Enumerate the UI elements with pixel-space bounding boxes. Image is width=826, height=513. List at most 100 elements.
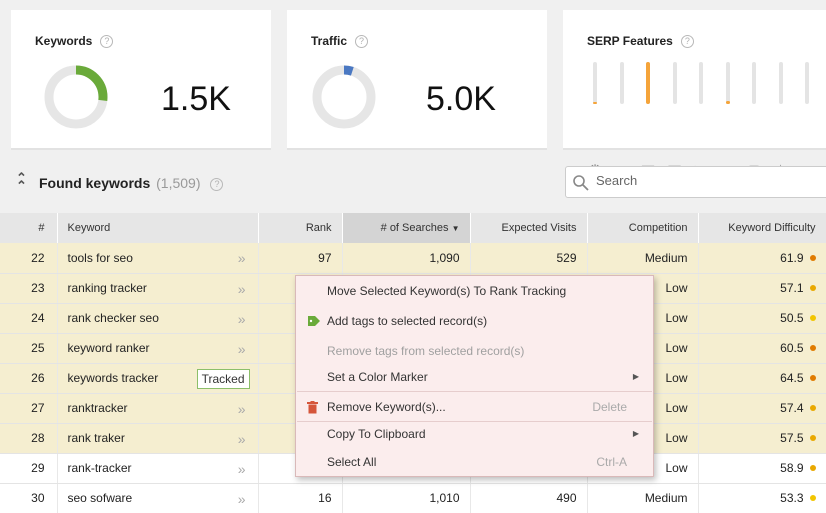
serp-feature-bar bbox=[619, 62, 624, 104]
help-icon[interactable]: ? bbox=[210, 178, 224, 191]
move-to-tracking-icon[interactable]: » bbox=[238, 341, 246, 357]
difficulty-cell: 50.5 bbox=[698, 303, 826, 334]
move-to-tracking-icon[interactable]: » bbox=[238, 250, 246, 266]
keyword-text: keywords tracker bbox=[67, 371, 159, 385]
col-header-keyword[interactable]: Keyword bbox=[57, 213, 259, 243]
rank-cell: 16 bbox=[258, 483, 343, 513]
difficulty-dot bbox=[809, 405, 816, 411]
help-icon[interactable]: ? bbox=[355, 35, 369, 48]
serp-feature-bar bbox=[725, 62, 730, 104]
row-number: 30 bbox=[0, 483, 58, 513]
move-to-tracking-icon[interactable]: » bbox=[238, 461, 246, 477]
difficulty-dot bbox=[809, 315, 816, 321]
col-header-searches[interactable]: # of Searches ▼ bbox=[342, 213, 471, 243]
keyword-cell[interactable]: rank checker seo » bbox=[57, 303, 259, 334]
menu-item-move-to-rank-tracking[interactable]: Move Selected Keyword(s) To Rank Trackin… bbox=[296, 278, 653, 304]
row-number: 24 bbox=[0, 303, 58, 334]
table-row[interactable]: 30 seo sofware » 16 1,010 490 Medium 53.3 bbox=[0, 483, 826, 513]
help-icon[interactable]: ? bbox=[680, 35, 694, 48]
keyword-cell[interactable]: keyword ranker » bbox=[57, 333, 259, 364]
menu-item-add-tags[interactable]: Add tags to selected record(s) bbox=[296, 308, 653, 334]
keywords-card: Keywords? 1.5K bbox=[11, 10, 271, 150]
keyword-cell[interactable]: keywords tracker Tracked bbox=[57, 363, 259, 394]
keywords-card-title: Keywords? bbox=[35, 34, 114, 48]
traffic-value: 5.0K bbox=[426, 80, 496, 118]
difficulty-value: 58.9 bbox=[780, 461, 804, 475]
difficulty-dot bbox=[809, 495, 816, 501]
menu-item-copy-to-clipboard[interactable]: Copy To Clipboard ▶ bbox=[296, 421, 653, 447]
menu-item-remove-keywords[interactable]: Remove Keyword(s)... Delete bbox=[296, 394, 653, 420]
col-header-rank[interactable]: Rank bbox=[258, 213, 343, 243]
serp-feature-bar bbox=[699, 62, 703, 104]
col-header-visits[interactable]: Expected Visits bbox=[470, 213, 588, 243]
difficulty-cell: 61.9 bbox=[698, 243, 826, 274]
row-number: 25 bbox=[0, 333, 58, 364]
collapse-icon[interactable]: ⌃ ⌃ bbox=[16, 171, 27, 192]
trash-icon bbox=[307, 401, 318, 414]
menu-item-color-marker[interactable]: Set a Color Marker ▶ bbox=[296, 364, 653, 390]
row-number: 22 bbox=[0, 243, 58, 274]
submenu-arrow-icon: ▶ bbox=[632, 372, 639, 381]
search-input[interactable] bbox=[596, 173, 816, 188]
keyword-cell[interactable]: tools for seo » bbox=[57, 243, 259, 274]
row-number: 27 bbox=[0, 393, 58, 424]
row-number: 28 bbox=[0, 423, 58, 454]
menu-separator bbox=[297, 391, 652, 392]
serp-feature-bar-fill bbox=[646, 62, 650, 104]
keyword-text: ranktracker bbox=[67, 401, 128, 415]
tag-icon bbox=[308, 316, 320, 326]
difficulty-dot bbox=[809, 254, 816, 261]
context-menu: Move Selected Keyword(s) To Rank Trackin… bbox=[295, 275, 654, 477]
keyword-text: seo sofware bbox=[67, 491, 133, 505]
search-icon bbox=[573, 175, 589, 191]
move-to-tracking-icon[interactable]: » bbox=[238, 491, 246, 507]
found-keywords-header: ⌃ ⌃ Found keywords (1,509)? bbox=[0, 165, 826, 201]
table-header-row: # Keyword Rank # of Searches ▼ Expected … bbox=[0, 213, 826, 243]
difficulty-dot bbox=[809, 285, 816, 291]
difficulty-cell: 57.5 bbox=[698, 423, 826, 454]
difficulty-value: 50.5 bbox=[780, 311, 804, 325]
difficulty-cell: 58.9 bbox=[698, 453, 826, 484]
keyword-text: ranking tracker bbox=[67, 281, 147, 295]
tracked-badge: Tracked bbox=[196, 368, 250, 389]
col-header-difficulty[interactable]: Keyword Difficulty bbox=[698, 213, 826, 243]
submenu-arrow-icon: ▶ bbox=[632, 429, 639, 438]
shortcut-ctrl-a: Ctrl-A bbox=[596, 455, 627, 469]
keyword-cell[interactable]: rank-tracker » bbox=[57, 453, 259, 484]
table-row[interactable]: 22 tools for seo » 97 1,090 529 Medium 61.9 bbox=[0, 243, 826, 274]
keyword-cell[interactable]: rank traker » bbox=[57, 423, 259, 454]
keyword-text: rank checker seo bbox=[67, 311, 159, 325]
keyword-cell[interactable]: ranking tracker » bbox=[57, 273, 259, 304]
menu-item-remove-tags: Remove tags from selected record(s) bbox=[327, 344, 525, 358]
competition-cell: Medium bbox=[587, 483, 699, 513]
difficulty-value: 53.3 bbox=[780, 491, 804, 505]
keywords-value: 1.5K bbox=[161, 80, 231, 118]
keyword-cell[interactable]: ranktracker » bbox=[57, 393, 259, 424]
difficulty-value: 57.5 bbox=[780, 431, 804, 445]
serp-feature-bar-fill bbox=[593, 101, 597, 104]
serp-features-card: SERP Features? ♛●▣▤▶∞▢★⌂ bbox=[563, 10, 826, 180]
move-to-tracking-icon[interactable]: » bbox=[238, 281, 246, 297]
traffic-card: Traffic? 5.0K bbox=[287, 10, 547, 150]
move-to-tracking-icon[interactable]: » bbox=[238, 311, 246, 327]
row-number: 29 bbox=[0, 453, 58, 484]
serp-feature-bar bbox=[752, 62, 756, 104]
keyword-text: keyword ranker bbox=[67, 341, 150, 355]
serp-card-title: SERP Features? bbox=[587, 34, 694, 48]
keyword-cell[interactable]: seo sofware » bbox=[57, 483, 259, 513]
difficulty-value: 57.4 bbox=[780, 401, 804, 415]
difficulty-value: 57.1 bbox=[780, 281, 804, 295]
competition-cell: Medium bbox=[587, 243, 699, 274]
menu-item-select-all[interactable]: Select All Ctrl-A bbox=[296, 449, 653, 475]
move-to-tracking-icon[interactable]: » bbox=[238, 431, 246, 447]
serp-feature-bar bbox=[778, 62, 783, 104]
serp-feature-bar-fill bbox=[725, 100, 730, 104]
search-box[interactable] bbox=[565, 166, 826, 198]
searches-cell: 1,090 bbox=[342, 243, 471, 274]
col-header-num[interactable]: # bbox=[0, 213, 58, 243]
keyword-text: rank traker bbox=[67, 431, 125, 445]
move-to-tracking-icon[interactable]: » bbox=[238, 401, 246, 417]
difficulty-cell: 53.3 bbox=[698, 483, 826, 513]
help-icon[interactable]: ? bbox=[100, 35, 114, 48]
col-header-competition[interactable]: Competition bbox=[587, 213, 699, 243]
